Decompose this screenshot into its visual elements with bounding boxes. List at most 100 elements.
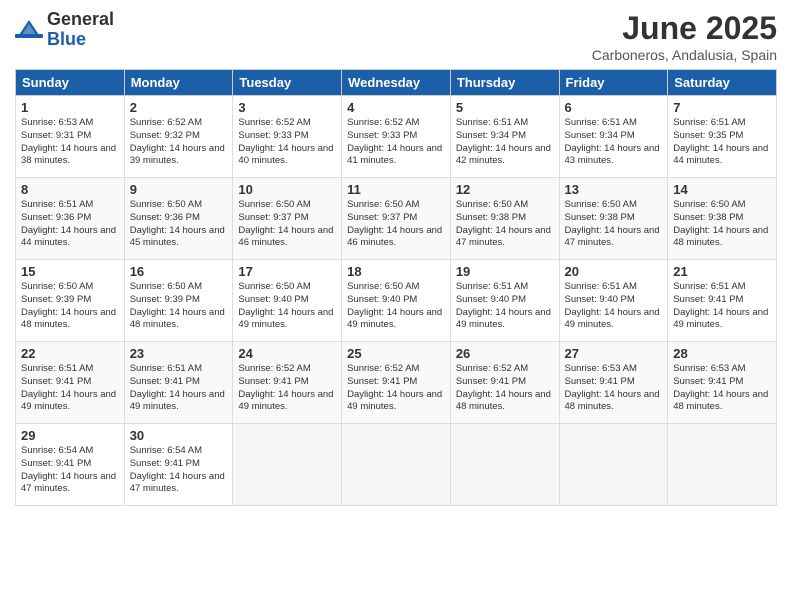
logo-text: General Blue (47, 10, 114, 50)
day-number: 29 (21, 428, 119, 443)
calendar-cell: 27 Sunrise: 6:53 AM Sunset: 9:41 PM Dayl… (559, 342, 668, 424)
header-row: Sunday Monday Tuesday Wednesday Thursday… (16, 70, 777, 96)
calendar-cell: 7 Sunrise: 6:51 AM Sunset: 9:35 PM Dayli… (668, 96, 777, 178)
logo-general-text: General (47, 10, 114, 30)
day-info: Sunrise: 6:50 AM Sunset: 9:36 PM Dayligh… (130, 199, 228, 250)
day-number: 25 (347, 346, 445, 361)
calendar-cell: 13 Sunrise: 6:50 AM Sunset: 9:38 PM Dayl… (559, 178, 668, 260)
day-info: Sunrise: 6:50 AM Sunset: 9:40 PM Dayligh… (238, 281, 336, 332)
day-info: Sunrise: 6:50 AM Sunset: 9:37 PM Dayligh… (347, 199, 445, 250)
day-info: Sunrise: 6:51 AM Sunset: 9:40 PM Dayligh… (565, 281, 663, 332)
day-number: 12 (456, 182, 554, 197)
calendar-cell: 6 Sunrise: 6:51 AM Sunset: 9:34 PM Dayli… (559, 96, 668, 178)
calendar-cell: 29 Sunrise: 6:54 AM Sunset: 9:41 PM Dayl… (16, 424, 125, 506)
main-container: General Blue June 2025 Carboneros, Andal… (0, 0, 792, 516)
day-number: 2 (130, 100, 228, 115)
calendar-cell (342, 424, 451, 506)
calendar-cell: 23 Sunrise: 6:51 AM Sunset: 9:41 PM Dayl… (124, 342, 233, 424)
col-sunday: Sunday (16, 70, 125, 96)
day-number: 19 (456, 264, 554, 279)
calendar-cell: 12 Sunrise: 6:50 AM Sunset: 9:38 PM Dayl… (450, 178, 559, 260)
calendar-cell: 4 Sunrise: 6:52 AM Sunset: 9:33 PM Dayli… (342, 96, 451, 178)
day-info: Sunrise: 6:51 AM Sunset: 9:40 PM Dayligh… (456, 281, 554, 332)
day-info: Sunrise: 6:52 AM Sunset: 9:41 PM Dayligh… (238, 363, 336, 414)
calendar-cell (559, 424, 668, 506)
calendar-cell: 21 Sunrise: 6:51 AM Sunset: 9:41 PM Dayl… (668, 260, 777, 342)
day-info: Sunrise: 6:51 AM Sunset: 9:34 PM Dayligh… (456, 117, 554, 168)
calendar-cell: 26 Sunrise: 6:52 AM Sunset: 9:41 PM Dayl… (450, 342, 559, 424)
day-number: 17 (238, 264, 336, 279)
calendar-cell (233, 424, 342, 506)
day-number: 16 (130, 264, 228, 279)
col-friday: Friday (559, 70, 668, 96)
calendar-cell: 14 Sunrise: 6:50 AM Sunset: 9:38 PM Dayl… (668, 178, 777, 260)
location: Carboneros, Andalusia, Spain (592, 47, 777, 63)
day-info: Sunrise: 6:52 AM Sunset: 9:41 PM Dayligh… (456, 363, 554, 414)
day-number: 7 (673, 100, 771, 115)
calendar-cell: 28 Sunrise: 6:53 AM Sunset: 9:41 PM Dayl… (668, 342, 777, 424)
calendar-week-2: 8 Sunrise: 6:51 AM Sunset: 9:36 PM Dayli… (16, 178, 777, 260)
calendar-cell: 8 Sunrise: 6:51 AM Sunset: 9:36 PM Dayli… (16, 178, 125, 260)
day-number: 6 (565, 100, 663, 115)
calendar-cell: 9 Sunrise: 6:50 AM Sunset: 9:36 PM Dayli… (124, 178, 233, 260)
day-number: 21 (673, 264, 771, 279)
calendar-cell: 3 Sunrise: 6:52 AM Sunset: 9:33 PM Dayli… (233, 96, 342, 178)
calendar-cell: 16 Sunrise: 6:50 AM Sunset: 9:39 PM Dayl… (124, 260, 233, 342)
day-info: Sunrise: 6:53 AM Sunset: 9:41 PM Dayligh… (673, 363, 771, 414)
calendar-cell: 1 Sunrise: 6:53 AM Sunset: 9:31 PM Dayli… (16, 96, 125, 178)
day-number: 30 (130, 428, 228, 443)
day-number: 3 (238, 100, 336, 115)
calendar-cell: 25 Sunrise: 6:52 AM Sunset: 9:41 PM Dayl… (342, 342, 451, 424)
col-thursday: Thursday (450, 70, 559, 96)
title-section: June 2025 Carboneros, Andalusia, Spain (592, 10, 777, 63)
day-info: Sunrise: 6:50 AM Sunset: 9:40 PM Dayligh… (347, 281, 445, 332)
calendar-week-4: 22 Sunrise: 6:51 AM Sunset: 9:41 PM Dayl… (16, 342, 777, 424)
day-info: Sunrise: 6:50 AM Sunset: 9:39 PM Dayligh… (130, 281, 228, 332)
header: General Blue June 2025 Carboneros, Andal… (15, 10, 777, 63)
day-number: 15 (21, 264, 119, 279)
calendar-week-5: 29 Sunrise: 6:54 AM Sunset: 9:41 PM Dayl… (16, 424, 777, 506)
day-number: 5 (456, 100, 554, 115)
day-info: Sunrise: 6:54 AM Sunset: 9:41 PM Dayligh… (130, 445, 228, 496)
day-info: Sunrise: 6:54 AM Sunset: 9:41 PM Dayligh… (21, 445, 119, 496)
month-title: June 2025 (592, 10, 777, 47)
day-info: Sunrise: 6:53 AM Sunset: 9:31 PM Dayligh… (21, 117, 119, 168)
day-number: 8 (21, 182, 119, 197)
day-number: 14 (673, 182, 771, 197)
day-info: Sunrise: 6:52 AM Sunset: 9:41 PM Dayligh… (347, 363, 445, 414)
col-tuesday: Tuesday (233, 70, 342, 96)
day-number: 9 (130, 182, 228, 197)
day-info: Sunrise: 6:51 AM Sunset: 9:41 PM Dayligh… (21, 363, 119, 414)
calendar-cell: 19 Sunrise: 6:51 AM Sunset: 9:40 PM Dayl… (450, 260, 559, 342)
calendar-cell: 20 Sunrise: 6:51 AM Sunset: 9:40 PM Dayl… (559, 260, 668, 342)
day-info: Sunrise: 6:50 AM Sunset: 9:38 PM Dayligh… (673, 199, 771, 250)
day-number: 4 (347, 100, 445, 115)
calendar-cell: 24 Sunrise: 6:52 AM Sunset: 9:41 PM Dayl… (233, 342, 342, 424)
calendar-cell: 30 Sunrise: 6:54 AM Sunset: 9:41 PM Dayl… (124, 424, 233, 506)
calendar-table: Sunday Monday Tuesday Wednesday Thursday… (15, 69, 777, 506)
calendar-cell: 22 Sunrise: 6:51 AM Sunset: 9:41 PM Dayl… (16, 342, 125, 424)
calendar-cell: 17 Sunrise: 6:50 AM Sunset: 9:40 PM Dayl… (233, 260, 342, 342)
logo: General Blue (15, 10, 114, 50)
day-number: 24 (238, 346, 336, 361)
day-info: Sunrise: 6:52 AM Sunset: 9:32 PM Dayligh… (130, 117, 228, 168)
day-number: 27 (565, 346, 663, 361)
calendar-cell (668, 424, 777, 506)
day-info: Sunrise: 6:50 AM Sunset: 9:37 PM Dayligh… (238, 199, 336, 250)
day-number: 11 (347, 182, 445, 197)
calendar-week-3: 15 Sunrise: 6:50 AM Sunset: 9:39 PM Dayl… (16, 260, 777, 342)
day-info: Sunrise: 6:51 AM Sunset: 9:36 PM Dayligh… (21, 199, 119, 250)
day-number: 13 (565, 182, 663, 197)
day-info: Sunrise: 6:53 AM Sunset: 9:41 PM Dayligh… (565, 363, 663, 414)
col-wednesday: Wednesday (342, 70, 451, 96)
calendar-cell: 11 Sunrise: 6:50 AM Sunset: 9:37 PM Dayl… (342, 178, 451, 260)
day-info: Sunrise: 6:52 AM Sunset: 9:33 PM Dayligh… (238, 117, 336, 168)
day-number: 26 (456, 346, 554, 361)
calendar-cell: 18 Sunrise: 6:50 AM Sunset: 9:40 PM Dayl… (342, 260, 451, 342)
calendar-cell: 15 Sunrise: 6:50 AM Sunset: 9:39 PM Dayl… (16, 260, 125, 342)
day-info: Sunrise: 6:51 AM Sunset: 9:34 PM Dayligh… (565, 117, 663, 168)
day-number: 18 (347, 264, 445, 279)
col-monday: Monday (124, 70, 233, 96)
calendar-cell (450, 424, 559, 506)
calendar-cell: 2 Sunrise: 6:52 AM Sunset: 9:32 PM Dayli… (124, 96, 233, 178)
